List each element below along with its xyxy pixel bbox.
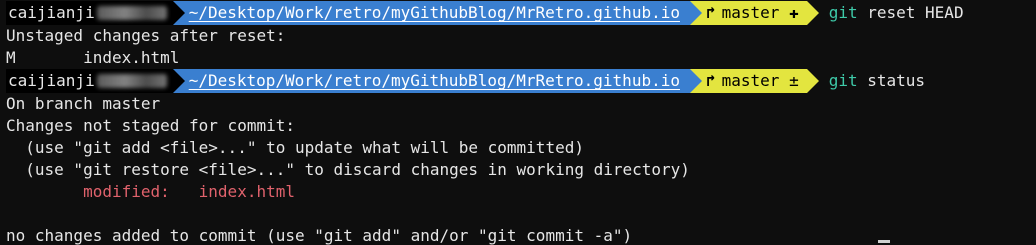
- command-args: status: [857, 71, 926, 90]
- redacted-hostname: [96, 74, 167, 88]
- output-line: Changes not staged for commit:: [6, 116, 295, 135]
- git-status-mark: ±: [789, 71, 799, 90]
- prompt-user-segment: caijianji: [6, 69, 173, 93]
- prompt-path: ~/Desktop/Work/retro/myGithubBlog/MrRetr…: [184, 1, 690, 25]
- segment-separator: [172, 1, 185, 25]
- prompt-git-segment: ↱ master ✚: [701, 1, 807, 25]
- git-branch-name: master: [721, 71, 780, 90]
- prompt-path: ~/Desktop/Work/retro/myGithubBlog/MrRetr…: [184, 69, 690, 93]
- output-line: (use "git restore <file>..." to discard …: [6, 160, 690, 179]
- command-args: reset HEAD: [857, 3, 964, 22]
- command-name: git: [828, 71, 858, 90]
- terminal-window[interactable]: caijianji ~/Desktop/Work/retro/myGithubB…: [0, 0, 1036, 245]
- segment-separator: [806, 69, 819, 93]
- prompt-username: caijianji: [8, 3, 95, 22]
- git-status-mark: ✚: [789, 3, 799, 22]
- output-line: (use "git add <file>..." to update what …: [6, 138, 584, 157]
- prompt-username: caijianji: [8, 71, 95, 90]
- prompt-line: caijianji ~/Desktop/Work/retro/myGithubB…: [0, 69, 1036, 93]
- segment-separator: [172, 69, 185, 93]
- modified-file: index.html: [198, 182, 295, 201]
- output-line: Unstaged changes after reset:: [6, 26, 286, 45]
- modified-line: modified: index.html: [0, 181, 1036, 203]
- prompt-git-segment: ↱ master ±: [701, 69, 807, 93]
- prompt-line: caijianji ~/Desktop/Work/retro/myGithubB…: [0, 1, 1036, 25]
- modified-label: modified:: [83, 182, 199, 201]
- segment-separator: [689, 69, 702, 93]
- prompt-user-segment: caijianji: [6, 1, 173, 25]
- terminal-cursor: [878, 240, 890, 243]
- redacted-hostname: [96, 6, 167, 20]
- segment-separator: [689, 1, 702, 25]
- git-branch-name: master: [721, 3, 780, 22]
- segment-separator: [806, 1, 819, 25]
- branch-icon: ↱: [705, 71, 716, 90]
- branch-icon: ↱: [705, 3, 716, 22]
- command-name: git: [828, 3, 858, 22]
- output-line: M index.html: [6, 48, 180, 67]
- output-line: On branch master: [6, 94, 161, 113]
